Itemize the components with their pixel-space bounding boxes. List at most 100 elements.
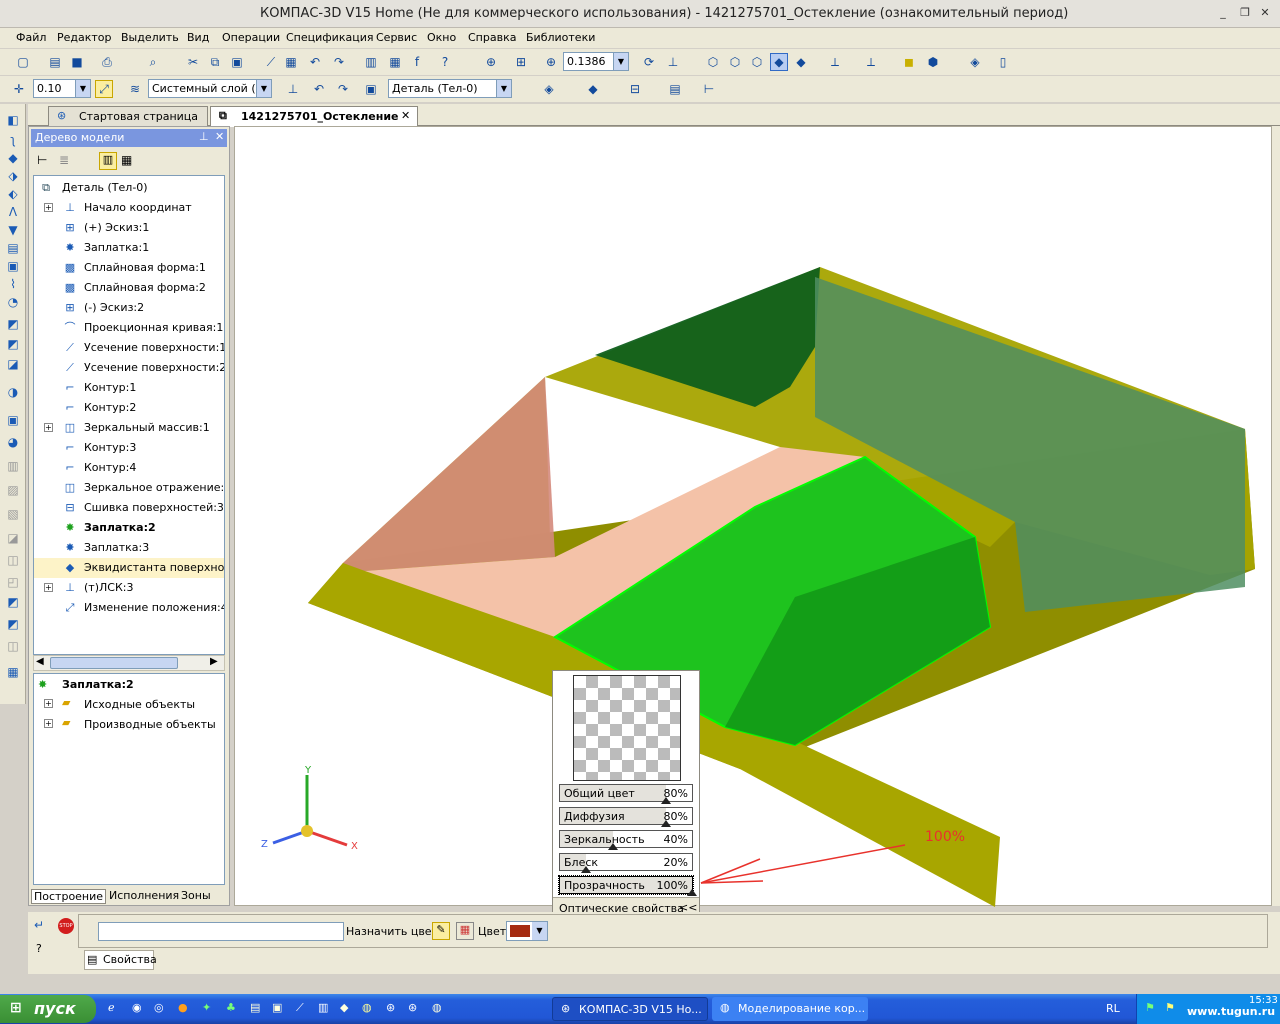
zoom-icon[interactable]: ⊕ — [482, 53, 500, 71]
chrome-icon[interactable]: ◍ — [432, 1001, 442, 1014]
expand-icon[interactable]: + — [44, 699, 53, 708]
chevron-right-icon[interactable]: ▶ — [210, 656, 218, 667]
edit-part-icon[interactable]: ◧ — [5, 112, 21, 128]
optics-slider[interactable]: Прозрачность 100% — [558, 875, 697, 896]
minimize-button[interactable]: _ — [1216, 6, 1230, 20]
menu-view[interactable]: Вид — [187, 31, 209, 44]
expand-icon[interactable]: + — [44, 719, 53, 728]
copy-icon[interactable]: ⧉ — [206, 53, 224, 71]
sketch-tool-icon[interactable]: ʅ — [5, 132, 21, 148]
thread-icon[interactable]: ◰ — [5, 574, 21, 590]
menu-select[interactable]: Выделить — [121, 31, 179, 44]
tray-icon[interactable]: ⚑ — [1165, 1001, 1175, 1014]
delete-tool-icon[interactable]: ◫ — [5, 638, 21, 654]
tab-start-page[interactable]: ⊛ Стартовая страница — [48, 106, 208, 126]
menu-file[interactable]: Файл — [16, 31, 46, 44]
expand-icon[interactable]: + — [44, 203, 53, 212]
copy-tool-icon[interactable]: ◩ — [5, 616, 21, 632]
slider-thumb[interactable] — [608, 843, 618, 850]
preview-icon[interactable]: ⌕ — [144, 53, 162, 71]
undo-icon[interactable]: ↶ — [306, 53, 324, 71]
tree-item[interactable]: ⟋ Усечение поверхности:2 — [34, 358, 224, 378]
thin-lines-icon[interactable]: ⬡ — [748, 53, 766, 71]
new-file-icon[interactable]: ▢ — [14, 53, 32, 71]
close-icon[interactable]: ✕ — [401, 109, 410, 122]
slider-thumb[interactable] — [687, 889, 697, 896]
shell-icon[interactable]: ▧ — [5, 506, 21, 522]
chevron-down-icon[interactable]: ▼ — [496, 80, 511, 97]
material-icon[interactable]: ⬢ — [924, 53, 942, 71]
slope-icon[interactable]: ◪ — [5, 530, 21, 546]
expand-icon[interactable]: + — [44, 423, 53, 432]
tab-build[interactable]: Построение — [31, 889, 107, 904]
cube-icon[interactable]: ◼ — [900, 53, 918, 71]
save-icon[interactable]: ■ — [68, 53, 86, 71]
chamfer-icon[interactable]: ◕ — [5, 434, 21, 450]
relations-root[interactable]: Заплатка:2 — [62, 678, 134, 691]
help-pointer-icon[interactable]: ? — [436, 53, 454, 71]
optics-slider[interactable]: Общий цвет 80% — [559, 784, 693, 804]
game-icon[interactable]: ♣ — [226, 1001, 236, 1014]
language-indicator[interactable]: RL — [1106, 1002, 1120, 1015]
brush-icon[interactable]: ⟋ — [262, 53, 280, 71]
tree-item[interactable]: ▩ Сплайновая форма:2 — [34, 278, 224, 298]
tree-item[interactable]: ⌐ Контур:2 — [34, 398, 224, 418]
tree-item[interactable]: ✸ Заплатка:1 — [34, 238, 224, 258]
spec-tool-icon[interactable]: ▤ — [5, 240, 21, 256]
editor-icon[interactable]: ▣ — [272, 1001, 282, 1014]
tree-relations-icon[interactable]: ▦ — [121, 153, 132, 167]
detail-combo[interactable]: Деталь (Тел-0) ▼ — [388, 79, 512, 98]
lcs-icon[interactable]: ⊥ — [284, 80, 302, 98]
slider-thumb[interactable] — [661, 820, 671, 827]
cut-icon[interactable]: ✂ — [184, 53, 202, 71]
menu-help[interactable]: Справка — [468, 31, 516, 44]
menu-service[interactable]: Сервис — [376, 31, 417, 44]
docs-icon[interactable]: ▥ — [318, 1001, 328, 1014]
model-viewport[interactable]: Y X Z 100% — [234, 126, 1272, 907]
tree-view-icon[interactable]: ⊢ — [37, 153, 47, 167]
expand-icon[interactable]: + — [44, 583, 53, 592]
zoom-combo[interactable]: 0.1386 ▼ — [563, 52, 629, 71]
redo-icon[interactable]: ↷ — [330, 53, 348, 71]
firefox-icon[interactable]: ● — [178, 1001, 188, 1014]
optics-slider[interactable]: Диффузия 80% — [559, 807, 693, 827]
measure-icon[interactable]: ⊟ — [626, 80, 644, 98]
tree-item[interactable]: ⌐ Контур:4 — [34, 458, 224, 478]
enter-icon[interactable]: ↵ — [34, 918, 44, 932]
variables-icon[interactable]: ▦ — [386, 53, 404, 71]
tree-item[interactable]: ⟋ Усечение поверхности:1 — [34, 338, 224, 358]
edit-back-icon[interactable]: ↶ — [310, 80, 328, 98]
mirror-tool-icon[interactable]: ◩ — [5, 594, 21, 610]
tree-root[interactable]: ⧉ Деталь (Тел-0) — [34, 178, 224, 198]
rib-icon[interactable]: ▨ — [5, 482, 21, 498]
shaded-icon[interactable]: ◆ — [770, 53, 788, 71]
tree-item[interactable]: ⤢ Изменение положения:4 — [34, 598, 224, 618]
close-button[interactable]: ✕ — [1258, 6, 1272, 20]
loft-icon[interactable]: ◑ — [5, 384, 21, 400]
edit-forward-icon[interactable]: ↷ — [334, 80, 352, 98]
tree-item[interactable]: ⌒ Проекционная кривая:1 — [34, 318, 224, 338]
tree-structure-icon[interactable]: ≣ — [59, 153, 69, 167]
color-combo[interactable]: ▼ — [506, 921, 548, 941]
orientation-icon[interactable]: ⊥ — [664, 53, 682, 71]
aux-geometry-icon[interactable]: ⬖ — [5, 186, 21, 202]
chevron-down-icon[interactable]: ▼ — [613, 53, 628, 70]
menu-libraries[interactable]: Библиотеки — [526, 31, 595, 44]
task-kompas[interactable]: ⊛ КОМПАС-3D V15 Ho... — [552, 997, 708, 1021]
section-icon[interactable]: ⟂ — [826, 53, 844, 71]
tree-item[interactable]: ⊟ Сшивка поверхностей:3 — [34, 498, 224, 518]
properties-tab[interactable]: ▤ Свойства — [84, 950, 157, 970]
zoom-window-icon[interactable]: ⊞ — [512, 53, 530, 71]
kompas-quick2-icon[interactable]: ⊛ — [408, 1001, 417, 1014]
report-tool-icon[interactable]: ▣ — [5, 258, 21, 274]
tree-item[interactable]: + ⊥ Начало координат — [34, 198, 224, 218]
close-icon[interactable]: ✕ — [215, 130, 224, 143]
menu-edit[interactable]: Редактор — [57, 31, 112, 44]
tree-item[interactable]: + ◫ Зеркальный массив:1 — [34, 418, 224, 438]
wireframe-icon[interactable]: ⬡ — [704, 53, 722, 71]
palette-icon[interactable]: ▦ — [456, 922, 474, 940]
tree-item[interactable]: + ⊥ (т)ЛСК:3 — [34, 578, 224, 598]
task-browser[interactable]: ◍ Моделирование кор... — [712, 997, 868, 1021]
flash-icon[interactable]: ◍ — [362, 1001, 372, 1014]
tree-item[interactable]: ⌐ Контур:1 — [34, 378, 224, 398]
